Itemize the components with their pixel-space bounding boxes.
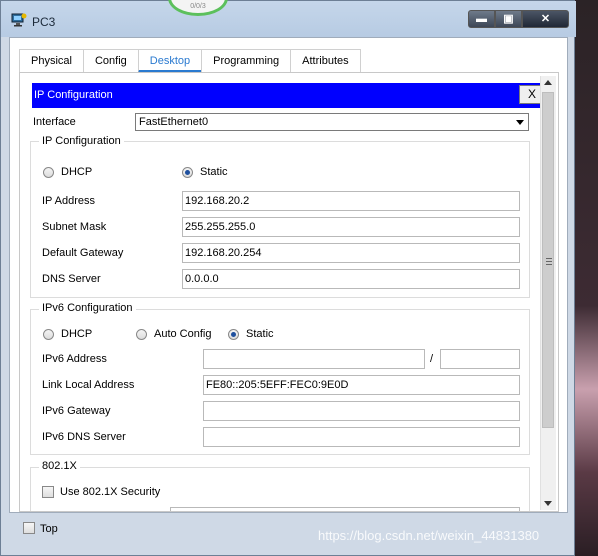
ipv6-dhcp-label: DHCP bbox=[61, 328, 93, 340]
grip-icon bbox=[546, 258, 552, 259]
link-local-address-input[interactable]: FE80::205:5EFF:FEC0:9E0D bbox=[203, 375, 520, 395]
ipv4-dhcp-radio[interactable] bbox=[43, 167, 54, 178]
header-title: IP Configuration bbox=[34, 89, 113, 101]
interface-label: Interface bbox=[33, 116, 76, 128]
interface-value: FastEthernet0 bbox=[139, 116, 209, 128]
minimize-button[interactable]: ▬ bbox=[468, 10, 495, 28]
top-checkbox-label: Top bbox=[40, 523, 58, 535]
ipv6-dns-server-label: IPv6 DNS Server bbox=[42, 431, 126, 443]
tab-config[interactable]: Config bbox=[82, 49, 139, 72]
ipv4-group-title: IP Configuration bbox=[39, 135, 124, 147]
scroll-up-icon[interactable] bbox=[544, 80, 552, 85]
pc3-window: PC3 ▬ ▣ ✕ Physical Config Desktop Progra… bbox=[0, 0, 576, 556]
ipv6-static-label: Static bbox=[246, 328, 274, 340]
link-local-address-label: Link Local Address bbox=[42, 379, 135, 391]
tab-desktop[interactable]: Desktop bbox=[137, 49, 203, 73]
ip-configuration-header: IP Configuration X bbox=[32, 83, 548, 108]
ipv6-gateway-input[interactable] bbox=[203, 401, 520, 421]
default-gateway-label: Default Gateway bbox=[42, 247, 124, 259]
ipv6-static-radio[interactable] bbox=[228, 329, 239, 340]
dot1x-method-field[interactable] bbox=[170, 507, 520, 511]
use-8021x-label: Use 802.1X Security bbox=[60, 486, 161, 498]
prefix-separator: / bbox=[430, 353, 434, 365]
default-gateway-input[interactable]: 192.168.20.254 bbox=[182, 243, 520, 263]
window-title: PC3 bbox=[32, 15, 56, 29]
ip-address-label: IP Address bbox=[42, 195, 95, 207]
maximize-button[interactable]: ▣ bbox=[495, 10, 522, 28]
chevron-down-icon bbox=[516, 120, 524, 125]
tab-programming[interactable]: Programming bbox=[201, 49, 292, 72]
scroll-thumb[interactable] bbox=[542, 92, 554, 428]
close-window-button[interactable]: ✕ bbox=[522, 10, 569, 28]
ipv6-auto-config-radio[interactable] bbox=[136, 329, 147, 340]
ipv6-prefix-input[interactable] bbox=[440, 349, 520, 369]
dot1x-group-title: 802.1X bbox=[39, 460, 80, 472]
title-bar[interactable]: PC3 ▬ ▣ ✕ bbox=[1, 1, 576, 37]
use-8021x-checkbox[interactable] bbox=[42, 486, 54, 498]
pc-app-icon bbox=[11, 13, 27, 27]
tab-bar: Physical Config Desktop Programming Attr… bbox=[19, 49, 361, 73]
ip-address-input[interactable]: 192.168.20.2 bbox=[182, 191, 520, 211]
status-badge-text: 0/0/3 bbox=[190, 3, 206, 10]
ipv6-gateway-label: IPv6 Gateway bbox=[42, 405, 111, 417]
ipv4-static-label: Static bbox=[200, 166, 228, 178]
top-checkbox[interactable] bbox=[23, 522, 35, 534]
interface-select[interactable]: FastEthernet0 bbox=[135, 113, 529, 131]
ipv6-dns-server-input[interactable] bbox=[203, 427, 520, 447]
dns-server-label: DNS Server bbox=[42, 273, 101, 285]
tab-attributes[interactable]: Attributes bbox=[290, 49, 361, 72]
dns-server-input[interactable]: 0.0.0.0 bbox=[182, 269, 520, 289]
ipv6-address-label: IPv6 Address bbox=[42, 353, 107, 365]
watermark-text: https://blog.csdn.net/weixin_44831380 bbox=[318, 528, 540, 543]
subnet-mask-input[interactable]: 255.255.255.0 bbox=[182, 217, 520, 237]
ipv6-auto-config-label: Auto Config bbox=[154, 328, 212, 340]
ipv4-dhcp-label: DHCP bbox=[61, 166, 93, 178]
tab-physical[interactable]: Physical bbox=[19, 49, 84, 72]
subnet-mask-label: Subnet Mask bbox=[42, 221, 107, 233]
ip-configuration-panel: IP Configuration X Interface FastEtherne… bbox=[19, 72, 559, 512]
ipv6-dhcp-radio[interactable] bbox=[43, 329, 54, 340]
vertical-scrollbar[interactable] bbox=[540, 76, 556, 510]
desktop-background bbox=[575, 0, 598, 556]
ipv4-static-radio[interactable] bbox=[182, 167, 193, 178]
scroll-down-icon[interactable] bbox=[544, 501, 552, 506]
ipv6-group-title: IPv6 Configuration bbox=[39, 302, 136, 314]
ipv6-address-input[interactable] bbox=[203, 349, 425, 369]
